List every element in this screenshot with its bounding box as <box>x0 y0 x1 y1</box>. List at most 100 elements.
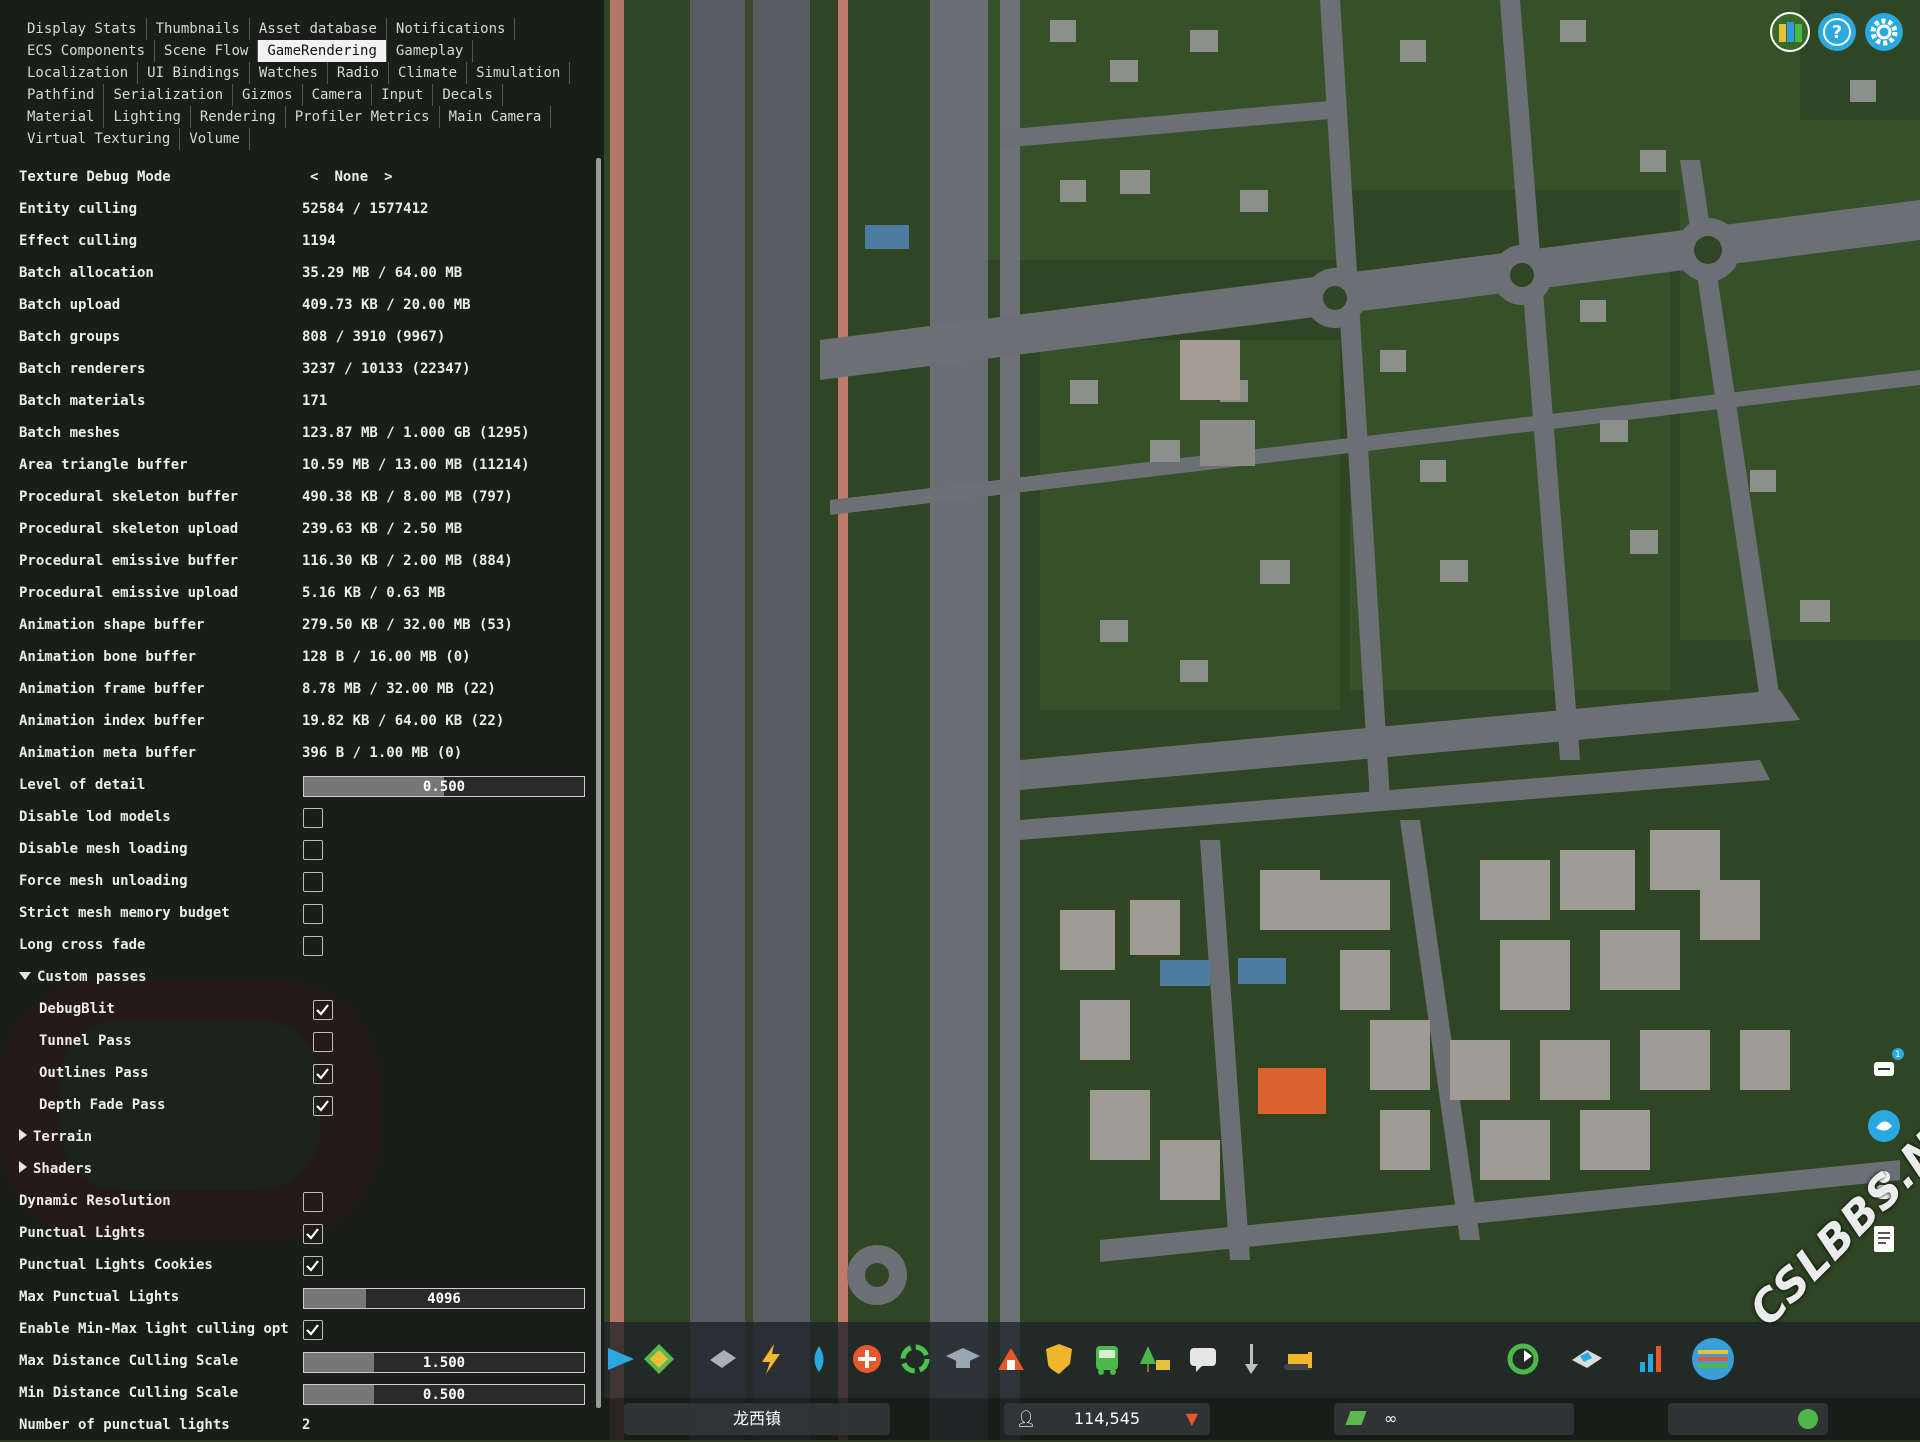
landscaping-icon[interactable] <box>1232 1340 1270 1378</box>
light-toggles: Dynamic Resolution Punctual Lights Punctua… <box>0 1186 604 1282</box>
rendering-stats: Entity culling 52584 / 1577412 Effect cull… <box>0 194 604 770</box>
max-distance-culling-slider[interactable]: 1.500 <box>303 1352 585 1373</box>
tab-ecs-components[interactable]: ECS Components <box>18 40 156 62</box>
tab-input[interactable]: Input <box>372 84 434 106</box>
area-tools-icon[interactable] <box>704 1340 742 1378</box>
notification-icon[interactable]: 1 <box>1864 1048 1904 1088</box>
status-bar: 龙西镇 👤︎ 114,545 ▼ ∞ <box>604 1398 1920 1440</box>
tab-rendering[interactable]: Rendering <box>191 106 286 128</box>
help-icon[interactable]: ? <box>1817 12 1857 52</box>
disable-mesh-loading-label: Disable mesh loading <box>19 841 188 857</box>
max-punctual-lights-slider[interactable]: 4096 <box>303 1288 585 1309</box>
panel-scrollbar[interactable] <box>596 158 601 1408</box>
money-box[interactable]: ∞ <box>1334 1403 1574 1435</box>
force-mesh-unloading-checkbox[interactable] <box>303 872 323 892</box>
tab-profiler-metrics[interactable]: Profiler Metrics <box>286 106 440 128</box>
next-arrow-icon[interactable]: > <box>384 169 392 185</box>
chirper-icon[interactable] <box>1864 1106 1904 1146</box>
dynamic-resolution-checkbox[interactable] <box>303 1192 323 1212</box>
max-punctual-lights-label: Max Punctual Lights <box>19 1289 180 1305</box>
tab-climate[interactable]: Climate <box>389 62 468 84</box>
water-icon[interactable] <box>800 1340 838 1378</box>
tab-pathfind[interactable]: Pathfind <box>18 84 105 106</box>
animation-bone-buffer-value: 128 B / 16.00 MB (0) <box>302 649 471 665</box>
healthcare-icon[interactable] <box>848 1340 886 1378</box>
fire-icon[interactable] <box>992 1340 1030 1378</box>
statistics-icon[interactable] <box>1632 1340 1670 1378</box>
tab-watches[interactable]: Watches <box>250 62 328 84</box>
communications-icon[interactable] <box>1184 1340 1222 1378</box>
electricity-icon[interactable] <box>752 1340 790 1378</box>
disable-mesh-loading-checkbox[interactable] <box>303 840 323 860</box>
city-name-box[interactable]: 龙西镇 <box>624 1403 890 1435</box>
max-distance-culling-value: 1.500 <box>422 1355 466 1371</box>
tab-virtual-texturing[interactable]: Virtual Texturing <box>18 128 181 150</box>
tab-ui-bindings[interactable]: UI Bindings <box>138 62 250 84</box>
animation-shape-buffer-row: Animation shape buffer 279.50 KB / 32.00 … <box>0 610 604 642</box>
tab-notifications[interactable]: Notifications <box>387 18 516 40</box>
roads-icon[interactable] <box>604 1340 642 1378</box>
tunnel-pass-row: Tunnel Pass <box>0 1026 604 1058</box>
strict-mesh-memory-budget-checkbox[interactable] <box>303 904 323 924</box>
batch-upload-value: 409.73 KB / 20.00 MB <box>302 297 471 313</box>
police-icon[interactable] <box>1040 1340 1078 1378</box>
custom-passes-header[interactable]: Custom passes <box>0 962 604 994</box>
tab-localization[interactable]: Localization <box>18 62 139 84</box>
batch-meshes-value: 123.87 MB / 1.000 GB (1295) <box>302 425 530 441</box>
gear-icon[interactable] <box>1864 12 1904 52</box>
prev-arrow-icon[interactable]: < <box>310 169 318 185</box>
tab-lighting[interactable]: Lighting <box>104 106 191 128</box>
progression-icon[interactable] <box>1690 1336 1736 1382</box>
tab-display-stats[interactable]: Display Stats <box>18 18 147 40</box>
parks-icon[interactable] <box>1136 1340 1174 1378</box>
tab-scene-flow[interactable]: Scene Flow <box>155 40 259 62</box>
tab-volume[interactable]: Volume <box>180 128 250 150</box>
shaders-header[interactable]: Shaders <box>0 1154 604 1186</box>
dynamic-resolution-row: Dynamic Resolution <box>0 1186 604 1218</box>
education-icon[interactable] <box>944 1340 982 1378</box>
tab-material[interactable]: Material <box>18 106 105 128</box>
tab-simulation[interactable]: Simulation <box>467 62 571 84</box>
population-box[interactable]: 👤︎ 114,545 ▼ <box>1004 1403 1210 1435</box>
tab-serialization[interactable]: Serialization <box>104 84 234 106</box>
number-punctual-lights-label: Number of punctual lights <box>19 1417 230 1433</box>
tab-camera[interactable]: Camera <box>303 84 373 106</box>
punctual-lights-cookies-checkbox[interactable] <box>303 1256 323 1276</box>
tab-gamerendering[interactable]: GameRendering <box>258 40 387 62</box>
min-distance-culling-slider[interactable]: 0.500 <box>303 1384 585 1405</box>
max-distance-culling-row: Max Distance Culling Scale 1.500 <box>0 1346 604 1378</box>
animation-meta-buffer-row: Animation meta buffer 396 B / 1.00 MB (0) <box>0 738 604 770</box>
texture-debug-mode-selector[interactable]: < None > <box>302 169 401 185</box>
tab-decals[interactable]: Decals <box>433 84 503 106</box>
tunnel-pass-checkbox[interactable] <box>313 1032 333 1052</box>
outlines-pass-checkbox[interactable] <box>313 1064 333 1084</box>
map-icon[interactable] <box>1770 12 1810 52</box>
procedural-emissive-upload-value: 5.16 KB / 0.63 MB <box>302 585 446 601</box>
tab-main-camera[interactable]: Main Camera <box>440 106 552 128</box>
tab-gizmos[interactable]: Gizmos <box>233 84 303 106</box>
long-cross-fade-checkbox[interactable] <box>303 936 323 956</box>
build-toolbar <box>604 1322 1920 1398</box>
garbage-icon[interactable] <box>896 1340 934 1378</box>
happiness-box[interactable] <box>1668 1403 1828 1435</box>
entity-culling-value: 52584 / 1577412 <box>302 201 429 217</box>
infoview-icon[interactable] <box>1568 1340 1606 1378</box>
tab-thumbnails[interactable]: Thumbnails <box>147 18 250 40</box>
depth-fade-pass-checkbox[interactable] <box>313 1096 333 1116</box>
unlock-icon[interactable] <box>1504 1340 1542 1378</box>
debugblit-checkbox[interactable] <box>313 1000 333 1020</box>
terrain-header[interactable]: Terrain <box>0 1122 604 1154</box>
tab-gameplay[interactable]: Gameplay <box>387 40 474 62</box>
batch-renderers-label: Batch renderers <box>19 361 146 377</box>
bulldozer-icon[interactable] <box>1280 1340 1318 1378</box>
tab-radio[interactable]: Radio <box>328 62 390 84</box>
population-value: 114,545 <box>1073 1409 1141 1428</box>
effect-culling-row: Effect culling 1194 <box>0 226 604 258</box>
lod-slider[interactable]: 0.500 <box>303 776 585 797</box>
tab-asset-database[interactable]: Asset database <box>250 18 387 40</box>
disable-lod-models-checkbox[interactable] <box>303 808 323 828</box>
zoning-icon[interactable] <box>640 1340 678 1378</box>
punctual-lights-checkbox[interactable] <box>303 1224 323 1244</box>
transport-icon[interactable] <box>1088 1340 1126 1378</box>
minmax-culling-checkbox[interactable] <box>303 1320 323 1340</box>
